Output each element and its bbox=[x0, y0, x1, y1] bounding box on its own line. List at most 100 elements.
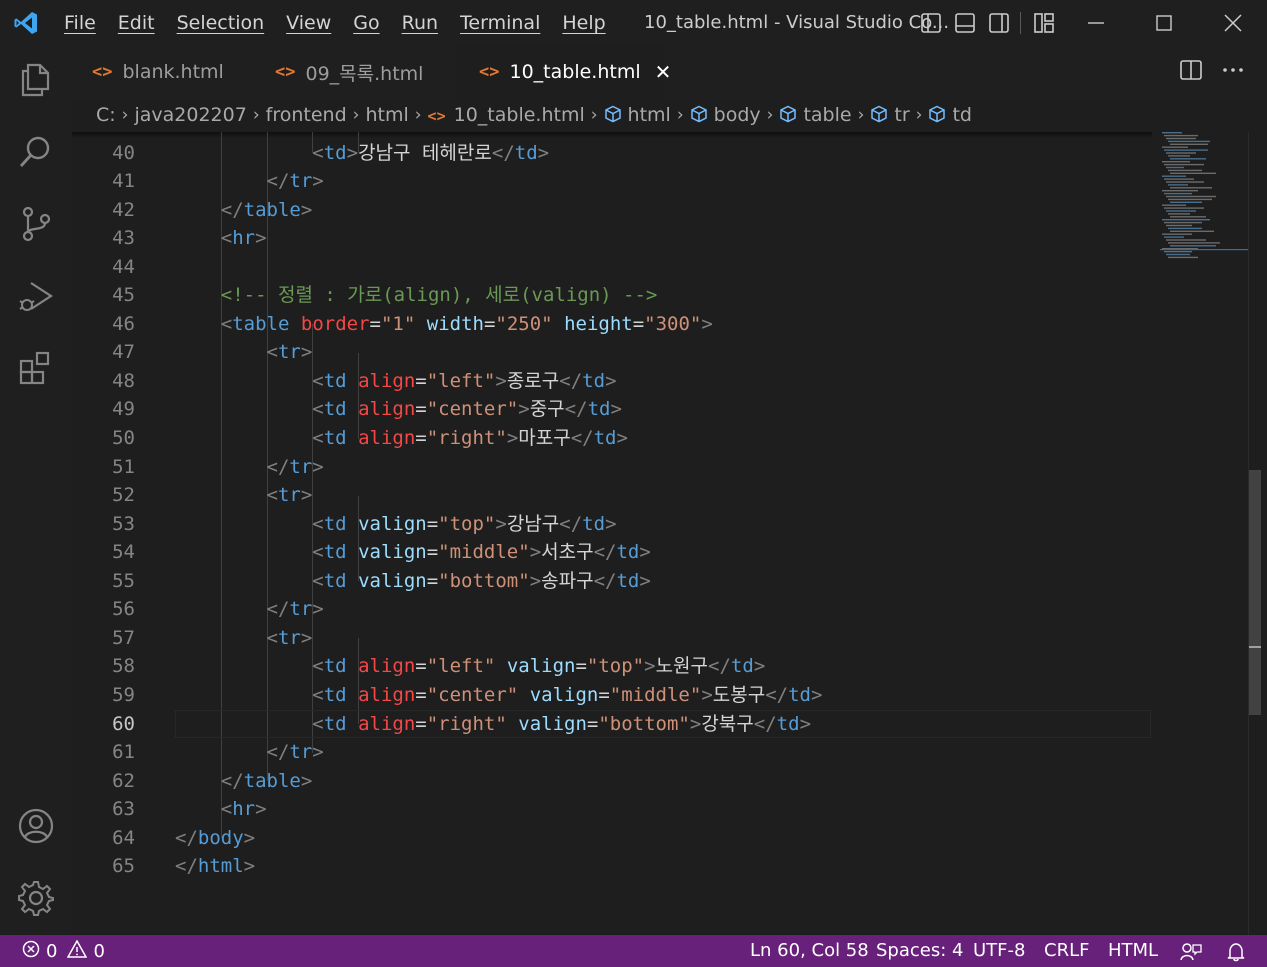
close-window-icon[interactable] bbox=[1199, 0, 1267, 46]
notifications-bell-icon[interactable] bbox=[1226, 941, 1246, 967]
code-text: <hr> bbox=[220, 798, 267, 821]
code-line[interactable]: 53 <td valign="top">강남구</td> bbox=[72, 510, 1152, 539]
code-line[interactable]: 61 </tr> bbox=[72, 738, 1152, 767]
code-text: <table border="1" width="250" height="30… bbox=[220, 312, 713, 335]
toggle-secondary-sidebar-icon[interactable] bbox=[986, 10, 1012, 36]
symbol-element-icon bbox=[928, 104, 946, 126]
minimap-line bbox=[1164, 149, 1208, 151]
language-mode[interactable]: HTML bbox=[1108, 935, 1158, 967]
activity-bar bbox=[0, 46, 72, 935]
minimap-line bbox=[1166, 181, 1204, 183]
customize-layout-icon[interactable] bbox=[1028, 0, 1060, 46]
menu-selection[interactable]: Selection bbox=[166, 0, 276, 46]
breadcrumb-item[interactable]: html bbox=[604, 104, 671, 126]
breadcrumb-item[interactable]: frontend bbox=[266, 104, 347, 126]
close-tab-icon[interactable]: ✕ bbox=[655, 60, 672, 84]
breadcrumb-item[interactable]: table bbox=[779, 104, 852, 126]
cursor-position[interactable]: Ln 60, Col 58 bbox=[750, 935, 869, 967]
code-text: <td align="left" valign="top">노원구</td> bbox=[312, 655, 766, 678]
minimap-line bbox=[1168, 140, 1210, 143]
run-and-debug-icon[interactable] bbox=[14, 274, 58, 318]
breadcrumb-item[interactable]: td bbox=[928, 104, 972, 126]
line-number: 61 bbox=[112, 741, 135, 764]
code-line[interactable]: 45 <!-- 정렬 : 가로(align), 세로(valign) --> bbox=[72, 281, 1152, 310]
code-line[interactable]: 50 <td align="right">마포구</td> bbox=[72, 424, 1152, 453]
search-icon[interactable] bbox=[14, 130, 58, 174]
minimap-line bbox=[1170, 158, 1206, 160]
minimap-line bbox=[1168, 227, 1202, 230]
tab-10-table-html[interactable]: <> 10_table.html ✕ bbox=[456, 46, 671, 98]
symbol-element-icon bbox=[779, 104, 797, 126]
minimap[interactable] bbox=[1160, 132, 1248, 272]
code-line[interactable]: 59 <td align="center" valign="middle">도봉… bbox=[72, 681, 1152, 710]
encoding[interactable]: UTF-8 bbox=[973, 935, 1025, 967]
menu-terminal[interactable]: Terminal bbox=[449, 0, 551, 46]
breadcrumb-item[interactable]: C: bbox=[96, 104, 116, 126]
code-line[interactable]: 47 <tr> bbox=[72, 338, 1152, 367]
code-line[interactable]: 41 </tr> bbox=[72, 167, 1152, 196]
line-number: 58 bbox=[112, 655, 135, 678]
code-text: </body> bbox=[175, 826, 256, 849]
code-line[interactable]: 57 <tr> bbox=[72, 624, 1152, 653]
code-line[interactable]: 48 <td align="left">종로구</td> bbox=[72, 367, 1152, 396]
code-line[interactable]: 40 <td>강남구 테헤란로</td> bbox=[72, 139, 1152, 168]
code-text: <td align="center" valign="middle">도봉구</… bbox=[312, 683, 823, 706]
code-line[interactable]: 42 </table> bbox=[72, 196, 1152, 225]
code-text: <tr> bbox=[266, 341, 313, 364]
code-line[interactable]: 52 <tr> bbox=[72, 481, 1152, 510]
code-line[interactable]: 43 <hr> bbox=[72, 224, 1152, 253]
html-file-icon: <> bbox=[427, 107, 446, 125]
accounts-icon[interactable] bbox=[14, 804, 58, 848]
toggle-primary-sidebar-icon[interactable] bbox=[918, 10, 944, 36]
code-line[interactable]: 46 <table border="1" width="250" height=… bbox=[72, 310, 1152, 339]
extensions-icon[interactable] bbox=[14, 346, 58, 390]
menu-go[interactable]: Go bbox=[342, 0, 390, 46]
chevron-right-icon: › bbox=[915, 105, 923, 125]
code-line[interactable]: 55 <td valign="bottom">송파구</td> bbox=[72, 567, 1152, 596]
symbol-element-icon bbox=[870, 104, 888, 126]
code-line[interactable]: 51 </tr> bbox=[72, 453, 1152, 482]
code-editor[interactable]: 40 <td>강남구 테헤란로</td> 41 </tr> 42 </table> 4… bbox=[72, 132, 1267, 935]
code-line[interactable]: 62 </table> bbox=[72, 767, 1152, 796]
explorer-icon[interactable] bbox=[14, 58, 58, 102]
code-text: <hr> bbox=[220, 227, 267, 250]
more-actions-icon[interactable] bbox=[1221, 58, 1245, 86]
code-line[interactable]: 54 <td valign="middle">서초구</td> bbox=[72, 538, 1152, 567]
code-line[interactable]: 56 </tr> bbox=[72, 595, 1152, 624]
code-line[interactable]: 58 <td align="left" valign="top">노원구</td… bbox=[72, 652, 1152, 681]
tab-09-list-html[interactable]: <> 09_목록.html bbox=[252, 46, 456, 98]
breadcrumb-item[interactable]: html bbox=[365, 104, 408, 126]
menu-run[interactable]: Run bbox=[391, 0, 449, 46]
split-editor-icon[interactable] bbox=[1179, 58, 1203, 86]
code-line[interactable]: 63 <hr> bbox=[72, 795, 1152, 824]
minimize-icon[interactable] bbox=[1062, 0, 1130, 46]
minimap-line bbox=[1162, 146, 1188, 148]
code-text: </tr> bbox=[266, 598, 324, 621]
code-line[interactable]: 64 </body> bbox=[72, 824, 1152, 853]
status-bar: 0 0 Ln 60, Col 58 Spaces: 4 UTF-8 CRLF H… bbox=[0, 935, 1267, 967]
menu-view[interactable]: View bbox=[275, 0, 342, 46]
menu-edit[interactable]: Edit bbox=[107, 0, 166, 46]
code-line[interactable]: 49 <td align="center">중구</td> bbox=[72, 395, 1152, 424]
menu-help[interactable]: Help bbox=[551, 0, 616, 46]
maximize-icon[interactable] bbox=[1130, 0, 1198, 46]
title-bar-divider bbox=[1020, 12, 1021, 34]
breadcrumb-item[interactable]: tr bbox=[870, 104, 910, 126]
breadcrumb-item[interactable]: java202207 bbox=[134, 104, 246, 126]
end-of-line[interactable]: CRLF bbox=[1044, 935, 1089, 967]
tab-blank-html[interactable]: <> blank.html bbox=[72, 46, 252, 98]
code-line[interactable]: 65 </html> bbox=[72, 852, 1152, 881]
breadcrumb-item[interactable]: body bbox=[690, 104, 761, 126]
source-control-icon[interactable] bbox=[14, 202, 58, 246]
toggle-panel-icon[interactable] bbox=[952, 10, 978, 36]
scroll-shadow bbox=[72, 132, 1152, 138]
code-line[interactable]: 60 <td align="right" valign="bottom">강북구… bbox=[72, 709, 1152, 739]
indentation[interactable]: Spaces: 4 bbox=[876, 935, 963, 967]
code-line[interactable]: 44 bbox=[72, 253, 1152, 282]
manage-gear-icon[interactable] bbox=[14, 876, 58, 920]
menu-file[interactable]: File bbox=[52, 0, 107, 46]
vertical-scrollbar-thumb[interactable] bbox=[1249, 470, 1261, 715]
problems-indicator[interactable]: 0 0 bbox=[22, 935, 105, 967]
breadcrumb-item[interactable]: <> 10_table.html bbox=[428, 104, 585, 126]
feedback-icon[interactable] bbox=[1180, 941, 1202, 967]
